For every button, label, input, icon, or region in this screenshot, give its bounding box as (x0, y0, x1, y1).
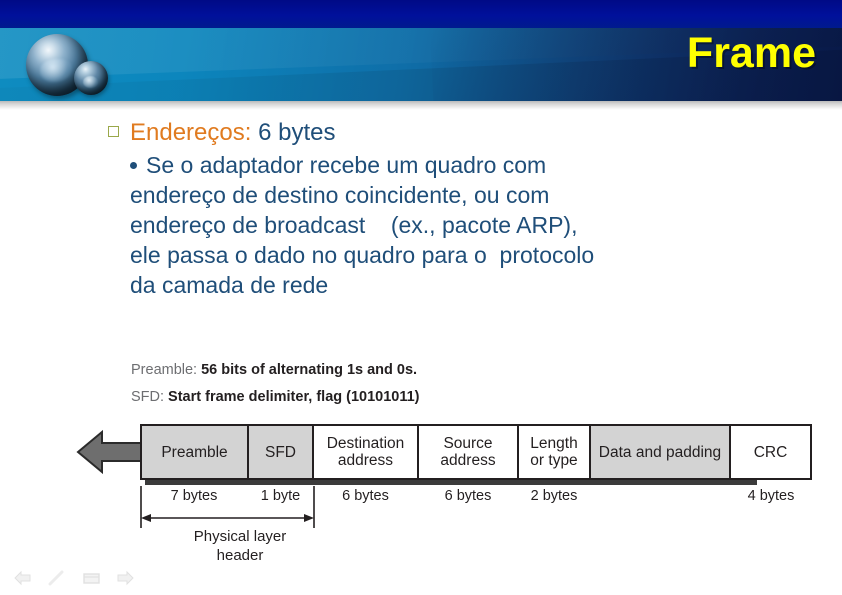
pen-icon[interactable] (46, 569, 68, 587)
caption-label: SFD: (131, 389, 165, 405)
phy-label-line1: Physical layer (193, 528, 287, 545)
frame-field-row: Preamble SFD Destination address Source addre… (140, 424, 812, 480)
slideshow-nav-controls[interactable] (12, 569, 136, 587)
frame-field-label: Source address (440, 435, 496, 469)
figure-caption-preamble: Preamble: 56 bits of alternating 1s and … (131, 362, 417, 378)
frame-field-label: CRC (753, 443, 788, 461)
frame-row-shadow (145, 480, 757, 485)
byte-size-label: 7 bytes (170, 488, 218, 504)
slide-menu-icon[interactable] (80, 569, 102, 587)
bullet-level2-line: da camada de rede (130, 272, 329, 298)
caption-body: Start frame delimiter, flag (10101011) (164, 389, 420, 405)
bullet-level1-text: Endereços: 6 bytes (130, 118, 335, 148)
frame-field-label: SFD (265, 443, 296, 461)
frame-field-preamble: Preamble (140, 424, 248, 480)
caption-body: 56 bits of alternating 1s and 0s. (197, 362, 418, 378)
bullet-level2-line: endereço de broadcast (ex., pacote ARP), (130, 212, 578, 238)
frame-field-destination-address: Destination address (313, 424, 418, 480)
previous-slide-arrow-icon[interactable] (12, 569, 34, 587)
bullet-level2-text: Se o adaptador recebe um quadro com (146, 152, 547, 178)
byte-size-label: 6 bytes (342, 488, 389, 504)
byte-size-label: 4 bytes (747, 488, 795, 504)
frame-field-length-or-type: Length or type (518, 424, 590, 480)
figure-caption-sfd: SFD: Start frame delimiter, flag (101010… (131, 389, 420, 405)
bullet-level2-line: ele passa o dado no quadro para o protoc… (130, 242, 595, 268)
frame-field-label: Data and padding (598, 443, 722, 461)
round-dot-bullet-icon (130, 162, 137, 169)
bullet-level2-line: endereço de destino coincidente, ou com (130, 182, 550, 208)
byte-size-label: 6 bytes (444, 488, 492, 504)
frame-field-label: Preamble (161, 443, 228, 461)
bullet-level2-block: Se o adaptador recebe um quadro com ende… (108, 150, 808, 300)
byte-size-label: 2 bytes (530, 488, 578, 504)
hollow-square-bullet-icon (108, 126, 119, 137)
bullet-level2-line: Se o adaptador recebe um quadro com (130, 150, 808, 180)
bullet-keyword: Endereços: (130, 119, 252, 146)
frame-field-label: Length or type (530, 435, 578, 469)
metallic-spheres-logo-icon (14, 28, 134, 101)
header-navy-bar (0, 0, 842, 28)
header-drop-shadow (0, 101, 842, 110)
caption-label: Preamble: (131, 362, 198, 378)
left-arrow-thick-icon (76, 429, 145, 475)
next-slide-arrow-icon[interactable] (114, 569, 136, 587)
bullet-level1: Endereços: 6 bytes (108, 118, 808, 148)
frame-field-label: Destination address (326, 435, 405, 469)
small-sphere-icon (74, 61, 108, 95)
phy-label-line2: header (216, 547, 264, 564)
slide-body: Endereços: 6 bytes Se o adaptador recebe… (108, 118, 808, 300)
frame-field-data-and-padding: Data and padding (590, 424, 730, 480)
frame-field-crc: CRC (730, 424, 812, 480)
page-title: Frame (686, 29, 816, 77)
slide-header: Frame (0, 0, 842, 101)
frame-field-source-address: Source address (418, 424, 518, 480)
ethernet-frame-figure: Preamble: 56 bits of alternating 1s and … (0, 352, 842, 567)
frame-field-sfd: SFD (248, 424, 313, 480)
bullet-level1-rest: 6 bytes (251, 119, 336, 146)
physical-layer-header-label: Physical layer header (140, 527, 340, 565)
byte-size-label: 1 byte (260, 488, 301, 504)
